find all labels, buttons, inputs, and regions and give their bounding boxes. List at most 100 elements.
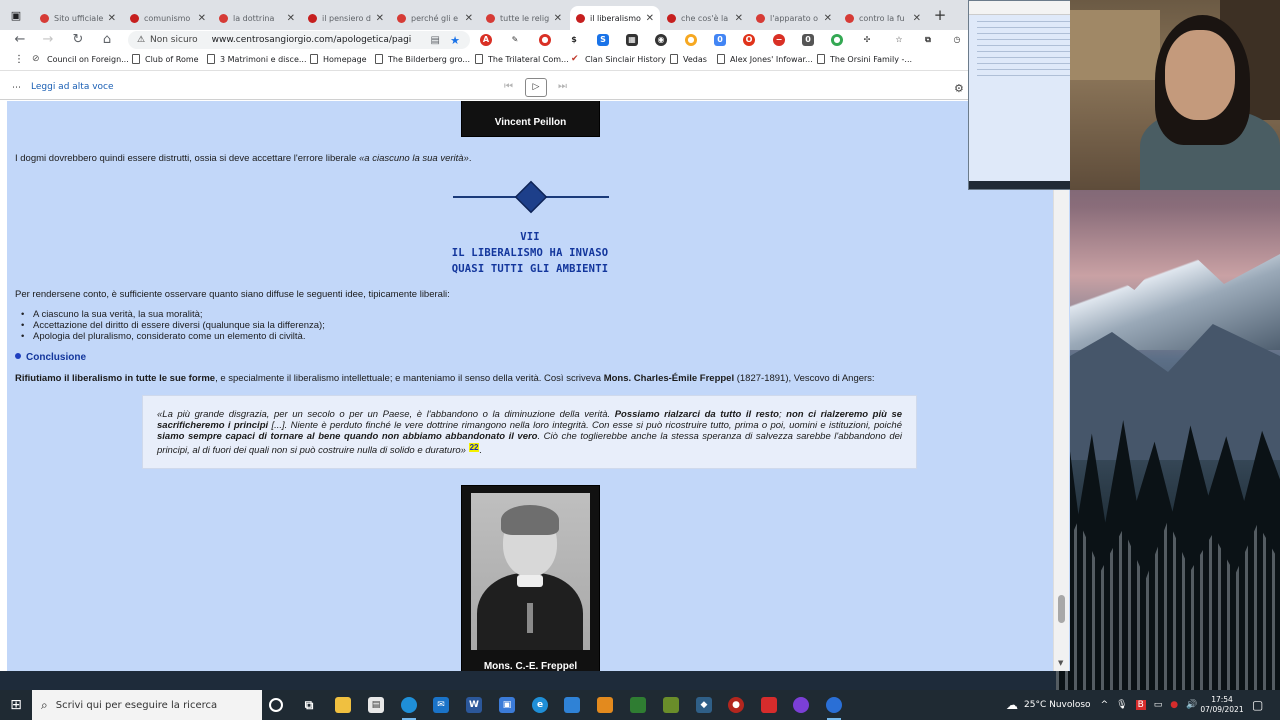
- scroll-down-arrow-icon[interactable]: ▼: [1058, 659, 1063, 667]
- globe-icon: ⊘: [32, 54, 40, 64]
- desktop-app-icon[interactable]: ▣: [499, 697, 515, 713]
- badge-extension-two-icon[interactable]: 0: [802, 34, 814, 46]
- bookmark-star-icon[interactable]: ★: [450, 34, 460, 47]
- mail-icon[interactable]: ✉: [433, 697, 449, 713]
- tab-tutte-le-religioni[interactable]: tutte le religi ✕: [480, 6, 568, 30]
- incognito-extension-icon[interactable]: ◉: [655, 34, 667, 46]
- close-tab-icon[interactable]: ✕: [554, 13, 562, 24]
- bookmark-item[interactable]: Club of Rome: [132, 54, 199, 64]
- tab-comunismo[interactable]: comunismo ✕: [124, 6, 212, 30]
- record-extension-icon[interactable]: ●: [539, 34, 551, 46]
- qr-extension-icon[interactable]: ▦: [626, 34, 638, 46]
- folder-app-icon[interactable]: [597, 697, 613, 713]
- close-tab-icon[interactable]: ✕: [198, 13, 206, 24]
- tab-sito-ufficiale[interactable]: Sito ufficiale ✕: [34, 6, 122, 30]
- clock[interactable]: 17:54 07/09/2021: [1195, 695, 1249, 715]
- store-icon[interactable]: ▤: [368, 697, 384, 713]
- tab-il-liberalismo[interactable]: il liberalismo ✕: [570, 6, 660, 30]
- bookmark-item[interactable]: The Trilateral Com...: [475, 54, 569, 64]
- recorder-app-icon[interactable]: ●: [728, 697, 744, 713]
- extensions-puzzle-icon[interactable]: ✣: [861, 34, 873, 46]
- dollar-extension-icon[interactable]: $: [568, 34, 580, 46]
- previous-paragraph-icon[interactable]: ⏮: [504, 81, 513, 92]
- bookmark-item[interactable]: 3 Matrimoni e disce...: [207, 54, 307, 64]
- bookmark-item[interactable]: ✔ Clan Sinclair History: [571, 54, 666, 64]
- close-tab-icon[interactable]: ✕: [465, 13, 473, 24]
- task-view-icon[interactable]: ⧉: [301, 697, 317, 713]
- reload-icon[interactable]: ↻: [69, 32, 87, 48]
- security-label[interactable]: Non sicuro: [150, 35, 198, 45]
- vincent-peillon-photo: Vincent Peillon: [461, 101, 600, 137]
- read-aloud-label[interactable]: Leggi ad alta voce: [31, 82, 114, 92]
- red-app-icon[interactable]: [761, 697, 777, 713]
- address-bar[interactable]: ⚠ Non sicuro www.centrosangiorgio.com/ap…: [128, 31, 470, 49]
- close-tab-icon[interactable]: ✕: [735, 13, 743, 24]
- cortana-circle-icon[interactable]: [269, 698, 283, 712]
- start-windows-icon[interactable]: ⊞: [0, 690, 32, 720]
- close-tab-icon[interactable]: ✕: [108, 13, 116, 24]
- bookmark-item[interactable]: Homepage: [310, 54, 367, 64]
- network-icon[interactable]: ▭: [1154, 700, 1163, 710]
- close-tab-icon[interactable]: ✕: [824, 13, 832, 24]
- bookmark-item[interactable]: ⊘ Council on Foreign...: [32, 54, 129, 64]
- home-icon[interactable]: ⌂: [98, 32, 116, 48]
- opera-extension-icon[interactable]: O: [743, 34, 755, 46]
- close-tab-icon[interactable]: ✕: [287, 13, 295, 24]
- badge-extension-one-icon[interactable]: 0: [714, 34, 726, 46]
- taskbar-search-box[interactable]: ⌕ Scrivi qui per eseguire la ricerca: [32, 690, 262, 720]
- tab-che-cos-e-la[interactable]: che cos'è la ✕: [661, 6, 749, 30]
- record-tray-icon[interactable]: ●: [1170, 700, 1178, 710]
- voice-settings-icon[interactable]: ⚙: [954, 82, 964, 95]
- collections-icon[interactable]: ⧉: [922, 34, 934, 46]
- purple-app-icon[interactable]: [793, 697, 809, 713]
- weather-text[interactable]: 25°C Nuvoloso: [1024, 700, 1091, 710]
- pen-extension-icon[interactable]: ✎: [509, 34, 521, 46]
- word-icon[interactable]: W: [466, 697, 482, 713]
- blue-app-icon[interactable]: [826, 697, 842, 720]
- edge-browser-icon[interactable]: [401, 697, 417, 720]
- close-tab-icon[interactable]: ✕: [913, 13, 921, 24]
- bookmark-item[interactable]: The Bilderberg gro...: [375, 54, 470, 64]
- paragraph: Rifiutiamo il liberalismo in tutte le su…: [15, 373, 875, 384]
- favorites-icon[interactable]: ☆: [893, 34, 905, 46]
- tab-perche-gli[interactable]: perché gli e ✕: [391, 6, 479, 30]
- tab-contro-la[interactable]: contro la fu ✕: [839, 6, 927, 30]
- document-app-icon[interactable]: [564, 697, 580, 713]
- next-paragraph-icon[interactable]: ⏭: [558, 81, 567, 92]
- green-extension-icon[interactable]: ●: [831, 34, 843, 46]
- not-secure-warning-icon[interactable]: ⚠: [136, 35, 146, 45]
- back-arrow-icon[interactable]: ←: [11, 32, 29, 48]
- tab-il-pensiero[interactable]: il pensiero d ✕: [302, 6, 390, 30]
- bookmark-apps-icon[interactable]: ⋮: [14, 54, 27, 65]
- footnote-link[interactable]: 22: [468, 443, 480, 452]
- vpn-app-icon[interactable]: ◆: [696, 697, 712, 713]
- file-explorer-icon[interactable]: [335, 697, 351, 713]
- utility-app-icon[interactable]: [663, 697, 679, 713]
- show-hidden-icons-chevron-icon[interactable]: ^: [1101, 700, 1109, 710]
- internet-explorer-icon[interactable]: e: [532, 697, 548, 713]
- microphone-icon[interactable]: 🎙: [1116, 700, 1127, 710]
- bookmark-item[interactable]: Alex Jones' Infowar...: [717, 54, 813, 64]
- history-icon[interactable]: ◷: [951, 34, 963, 46]
- more-dots-icon[interactable]: ⋯: [12, 83, 21, 93]
- bookmark-item[interactable]: The Orsini Family -...: [817, 54, 912, 64]
- security-app-icon[interactable]: [630, 697, 646, 713]
- tab-l-apparato[interactable]: l'apparato o ✕: [750, 6, 838, 30]
- adblock-extension-icon[interactable]: A: [480, 34, 492, 46]
- app-tray-icon[interactable]: B: [1135, 700, 1146, 710]
- close-tab-icon[interactable]: ✕: [376, 13, 384, 24]
- tab-actions-menu-icon[interactable]: ▣: [8, 8, 24, 22]
- cookie-extension-icon[interactable]: ●: [685, 34, 697, 46]
- s-extension-icon[interactable]: S: [597, 34, 609, 46]
- forward-arrow-icon[interactable]: →: [39, 32, 57, 48]
- reader-view-icon[interactable]: ▤: [431, 35, 440, 46]
- tab-la-dottrina[interactable]: la dottrina ✕: [213, 6, 301, 30]
- url-text[interactable]: www.centrosangiorgio.com/apologetica/pag…: [212, 35, 412, 45]
- bookmark-item[interactable]: Vedas: [670, 54, 707, 64]
- new-tab-plus-icon[interactable]: +: [931, 6, 949, 24]
- close-tab-icon[interactable]: ✕: [646, 13, 654, 24]
- play-icon[interactable]: ▷: [525, 78, 547, 97]
- notifications-icon[interactable]: ▢: [1252, 698, 1263, 712]
- scrollbar-thumb[interactable]: [1058, 595, 1065, 623]
- minus-extension-icon[interactable]: −: [773, 34, 785, 46]
